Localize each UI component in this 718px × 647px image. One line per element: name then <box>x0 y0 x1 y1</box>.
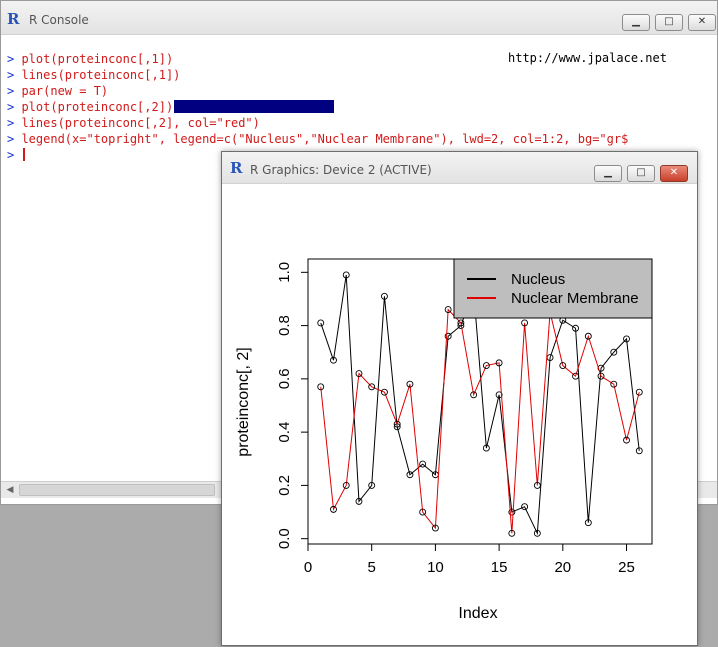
console-line: > lines(proteinconc[,2], col="red") <box>7 115 711 131</box>
y-tick-label: 0.2 <box>276 475 293 496</box>
y-tick-label: 0.8 <box>276 315 293 336</box>
console-command: plot(proteinconc[,2]) <box>21 100 174 114</box>
x-tick-label: 5 <box>368 559 376 576</box>
scroll-left-icon[interactable]: ◀ <box>3 484 17 496</box>
data-point <box>635 388 643 396</box>
console-line: > plot(proteinconc[,1]) <box>7 51 711 67</box>
y-tick-label: 0.4 <box>276 422 293 443</box>
close-button[interactable]: ✕ <box>688 14 716 31</box>
console-command: plot(proteinconc[,1]) <box>21 52 174 66</box>
console-prompt: > <box>7 100 22 114</box>
series-line-1 <box>320 308 640 534</box>
x-tick-label: 20 <box>554 559 571 576</box>
console-prompt: > <box>7 148 22 162</box>
console-prompt: > <box>7 84 22 98</box>
console-command: par(new = T) <box>21 84 109 98</box>
console-line: > par(new = T) <box>7 83 711 99</box>
console-command: lines(proteinconc[,1]) <box>21 68 181 82</box>
console-command: lines(proteinconc[,2], col="red") <box>21 116 260 130</box>
scrollbar-thumb[interactable] <box>19 484 215 496</box>
text-cursor <box>23 148 26 161</box>
r-logo-icon: R <box>7 10 20 28</box>
legend-box <box>453 258 653 319</box>
legend-label: Nucleus <box>511 271 565 288</box>
legend-label: Nuclear Membrane <box>511 290 639 307</box>
x-tick-label: 0 <box>304 559 312 576</box>
console-line: > legend(x="topright", legend=c("Nucleus… <box>7 131 711 147</box>
console-title: R Console <box>29 13 89 27</box>
data-point <box>317 319 325 327</box>
console-prompt: > <box>7 116 22 130</box>
minimize-button[interactable]: ▁ <box>622 14 650 31</box>
console-output[interactable]: > plot(proteinconc[,1]) > lines(proteinco… <box>7 51 711 163</box>
selection-highlight <box>174 100 335 113</box>
maximize-button[interactable]: □ <box>655 14 683 31</box>
console-prompt: > <box>7 132 22 146</box>
y-tick-label: 0.6 <box>276 368 293 389</box>
y-tick-label: 1.0 <box>276 262 293 283</box>
console-line: > plot(proteinconc[,2]) <box>7 99 711 115</box>
x-tick-label: 15 <box>491 559 508 576</box>
r-graphics-window[interactable]: R R Graphics: Device 2 (ACTIVE) ▁ □ ✕ 05… <box>221 151 698 646</box>
plot-canvas: 0 5 10 15 20 25 0.0 0.2 0.4 0.6 0.8 1.0 Index protein… <box>235 258 653 622</box>
y-axis-label: proteinconc[, 2] <box>235 347 252 456</box>
console-prompt: > <box>7 68 22 82</box>
x-tick-label: 25 <box>618 559 635 576</box>
x-axis-label: Index <box>458 605 497 622</box>
x-tick-label: 10 <box>427 559 444 576</box>
console-line: > lines(proteinconc[,1]) <box>7 67 711 83</box>
console-command: legend(x="topright", legend=c("Nucleus",… <box>21 132 629 146</box>
y-tick-label: 0.0 <box>276 528 293 549</box>
console-titlebar[interactable]: R R Console ▁ □ ✕ <box>1 1 717 35</box>
console-prompt: > <box>7 52 22 66</box>
